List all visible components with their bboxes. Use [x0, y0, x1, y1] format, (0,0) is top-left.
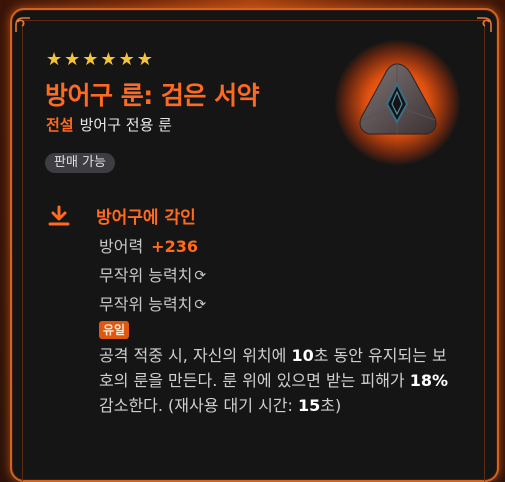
- engrave-section: 방어구에 각인: [46, 203, 486, 228]
- star-rating: ★ ★ ★ ★ ★ ★: [46, 51, 153, 69]
- effect-description: 공격 적중 시, 자신의 위치에 10초 동안 유지되는 보호의 룬을 만든다.…: [99, 346, 449, 415]
- random-stat-row: 무작위 능력치 ⟳: [99, 290, 479, 319]
- corner-ornament-icon: [12, 14, 34, 36]
- stat-list: 방어력 +236 무작위 능력치 ⟳ 무작위 능력치 ⟳ 유일 공격 적중 시,…: [99, 232, 479, 418]
- star-icon: ★: [46, 49, 63, 70]
- random-stat-label: 무작위 능력치: [99, 294, 193, 314]
- refresh-icon: ⟳: [194, 296, 207, 313]
- star-icon: ★: [100, 49, 117, 70]
- rune-gem-icon: [335, 40, 460, 165]
- engrave-title: 방어구에 각인: [96, 208, 196, 228]
- unique-tag: 유일: [99, 321, 130, 339]
- item-subtitle: 전설 방어구 전용 룬: [46, 114, 172, 135]
- item-grade: 전설: [46, 116, 74, 134]
- corner-ornament-icon: [473, 14, 495, 36]
- item-name: 방어구 룬: 검은 서약: [45, 81, 260, 110]
- refresh-icon: ⟳: [194, 267, 207, 284]
- random-stat-label: 무작위 능력치: [99, 265, 193, 285]
- star-icon: ★: [136, 49, 153, 70]
- defense-value: +236: [151, 236, 198, 256]
- star-icon: ★: [64, 49, 81, 70]
- download-icon: [48, 205, 70, 225]
- tooltip-frame: ★ ★ ★ ★ ★ ★ 방어구 룬: 검은 서약 전설 방어구 전용 룬 판매 가…: [0, 0, 505, 482]
- star-icon: ★: [118, 49, 135, 70]
- sellable-badge: 판매 가능: [45, 153, 115, 173]
- star-icon: ★: [82, 49, 99, 70]
- item-type: 방어구 전용 룬: [79, 116, 172, 134]
- random-stat-row: 무작위 능력치 ⟳: [99, 261, 479, 290]
- defense-stat: 방어력 +236: [99, 232, 479, 261]
- defense-label: 방어력: [99, 236, 144, 256]
